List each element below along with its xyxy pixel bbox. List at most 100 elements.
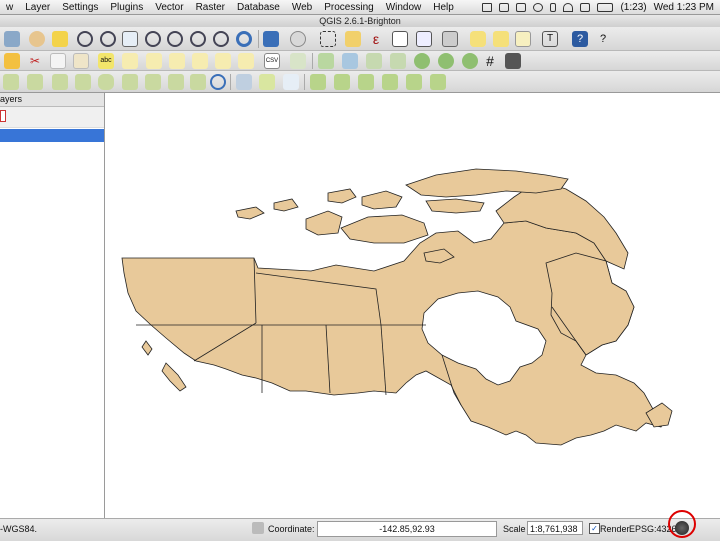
menu-item-help[interactable]: Help	[427, 2, 460, 13]
new-spatialite-icon[interactable]	[334, 74, 350, 90]
node-tool-icon[interactable]	[3, 74, 19, 90]
layers-panel-title: ayers	[0, 93, 104, 107]
timemachine-icon[interactable]	[533, 2, 544, 12]
add-wms-icon[interactable]	[414, 53, 430, 69]
menu-item-plugins[interactable]: Plugins	[104, 2, 149, 13]
menu-item-settings[interactable]: Settings	[56, 2, 104, 13]
add-part-icon[interactable]	[145, 74, 161, 90]
reshape-icon[interactable]	[190, 74, 206, 90]
zoom-full-icon[interactable]	[145, 31, 161, 47]
zoom-in-icon[interactable]	[77, 31, 93, 47]
pan-to-selection-icon[interactable]	[52, 31, 68, 47]
measure-icon[interactable]	[442, 31, 458, 47]
new-shapefile-icon[interactable]	[310, 74, 326, 90]
menu-item-window[interactable]: Window	[380, 2, 428, 13]
coordinate-label: Coordinate:	[268, 524, 315, 534]
menu-item-view[interactable]: w	[0, 2, 19, 13]
add-wfs-icon[interactable]	[462, 53, 478, 69]
select-features-icon[interactable]	[320, 31, 336, 47]
zoom-selection-icon[interactable]	[167, 31, 183, 47]
attribute-table-icon[interactable]	[392, 31, 408, 47]
move-feature-icon[interactable]	[52, 74, 68, 90]
battery-time: (1:23)	[620, 1, 647, 13]
label-move-icon[interactable]	[192, 53, 208, 69]
map-canvas[interactable]	[106, 93, 720, 518]
add-raster-icon[interactable]	[290, 53, 306, 69]
identify-icon[interactable]	[263, 31, 279, 47]
deselect-icon[interactable]	[345, 31, 361, 47]
paste-icon[interactable]	[73, 53, 89, 69]
dropbox-icon[interactable]	[482, 2, 493, 12]
label-pin-icon[interactable]	[122, 53, 138, 69]
scale-label: Scale	[503, 524, 526, 534]
add-spatialite-icon[interactable]	[366, 53, 382, 69]
add-mssql-icon[interactable]	[390, 53, 406, 69]
digitizing-toolbar: ✂ abc CSV #	[0, 51, 720, 71]
vancouver-island	[161, 362, 187, 392]
layers-panel: ayers	[0, 93, 105, 518]
menu-item-processing[interactable]: Processing	[318, 2, 379, 13]
layer-properties-icon[interactable]	[430, 74, 446, 90]
simplify-icon[interactable]	[98, 74, 114, 90]
menu-item-database[interactable]: Database	[231, 2, 286, 13]
coordinate-field[interactable]: -142.85,92.93	[317, 521, 497, 537]
add-vector-icon[interactable]	[318, 53, 334, 69]
split-parts-icon[interactable]	[259, 74, 275, 90]
text-annotation-icon[interactable]: T	[542, 31, 558, 47]
add-csv-icon[interactable]: CSV	[264, 53, 280, 69]
menu-item-vector[interactable]: Vector	[149, 2, 189, 13]
toggle-editing-icon[interactable]	[4, 53, 20, 69]
message-log-icon[interactable]	[252, 522, 264, 534]
grid-icon[interactable]: #	[482, 53, 498, 69]
statistics-icon[interactable]	[416, 31, 432, 47]
zoom-layer-icon[interactable]	[190, 31, 206, 47]
sync-icon[interactable]	[499, 2, 510, 12]
raster-calc-icon[interactable]	[505, 53, 521, 69]
split-features-icon[interactable]	[236, 74, 252, 90]
render-checkbox[interactable]: ✓	[589, 523, 600, 534]
new-gpx-icon[interactable]	[358, 74, 374, 90]
map-tips-icon[interactable]	[290, 31, 306, 47]
scale-combobox[interactable]: 1:8,761,938	[527, 521, 583, 535]
delete-selected-icon[interactable]	[27, 74, 43, 90]
add-ring-icon[interactable]	[122, 74, 138, 90]
refresh-icon[interactable]	[236, 31, 252, 47]
label-highlight-icon[interactable]	[146, 53, 162, 69]
label-change-icon[interactable]	[238, 53, 254, 69]
label-show-icon[interactable]	[169, 53, 185, 69]
save-project-icon[interactable]	[4, 31, 20, 47]
new-bookmark-icon[interactable]	[515, 31, 531, 47]
rotate-feature-icon[interactable]	[75, 74, 91, 90]
add-wcs-icon[interactable]	[438, 53, 454, 69]
volume-icon[interactable]	[580, 2, 591, 12]
zoom-out-icon[interactable]	[100, 31, 116, 47]
selected-layer-row[interactable]	[0, 129, 104, 142]
zoom-native-icon[interactable]	[122, 31, 138, 47]
merge-features-icon[interactable]	[283, 74, 299, 90]
menu-item-raster[interactable]: Raster	[190, 2, 231, 13]
pan-hand-icon[interactable]	[29, 31, 45, 47]
fill-ring-icon[interactable]	[168, 74, 184, 90]
offset-curve-icon[interactable]	[210, 74, 226, 90]
wifi-icon[interactable]	[563, 2, 574, 12]
add-postgis-icon[interactable]	[342, 53, 358, 69]
label-rotate-icon[interactable]	[215, 53, 231, 69]
clock[interactable]: Wed 1:23 PM	[654, 2, 714, 13]
label-icon[interactable]: abc	[98, 53, 114, 69]
annotation-icon[interactable]	[470, 31, 486, 47]
layer-visibility-icon[interactable]	[0, 110, 6, 122]
bluetooth-icon[interactable]	[550, 2, 557, 12]
help-icon[interactable]: ?	[572, 31, 588, 47]
embed-layer-icon[interactable]	[406, 74, 422, 90]
menu-item-web[interactable]: Web	[286, 2, 318, 13]
menu-item-layer[interactable]: Layer	[19, 2, 56, 13]
cut-icon[interactable]: ✂	[27, 53, 43, 69]
display-icon[interactable]	[516, 2, 527, 12]
bookmark-icon[interactable]	[493, 31, 509, 47]
expression-select-icon[interactable]: ε	[368, 31, 384, 47]
copy-icon[interactable]	[50, 53, 66, 69]
whats-this-icon[interactable]: ?	[595, 31, 611, 47]
battery-icon[interactable]	[597, 2, 614, 12]
remove-layer-icon[interactable]	[382, 74, 398, 90]
zoom-last-icon[interactable]	[213, 31, 229, 47]
